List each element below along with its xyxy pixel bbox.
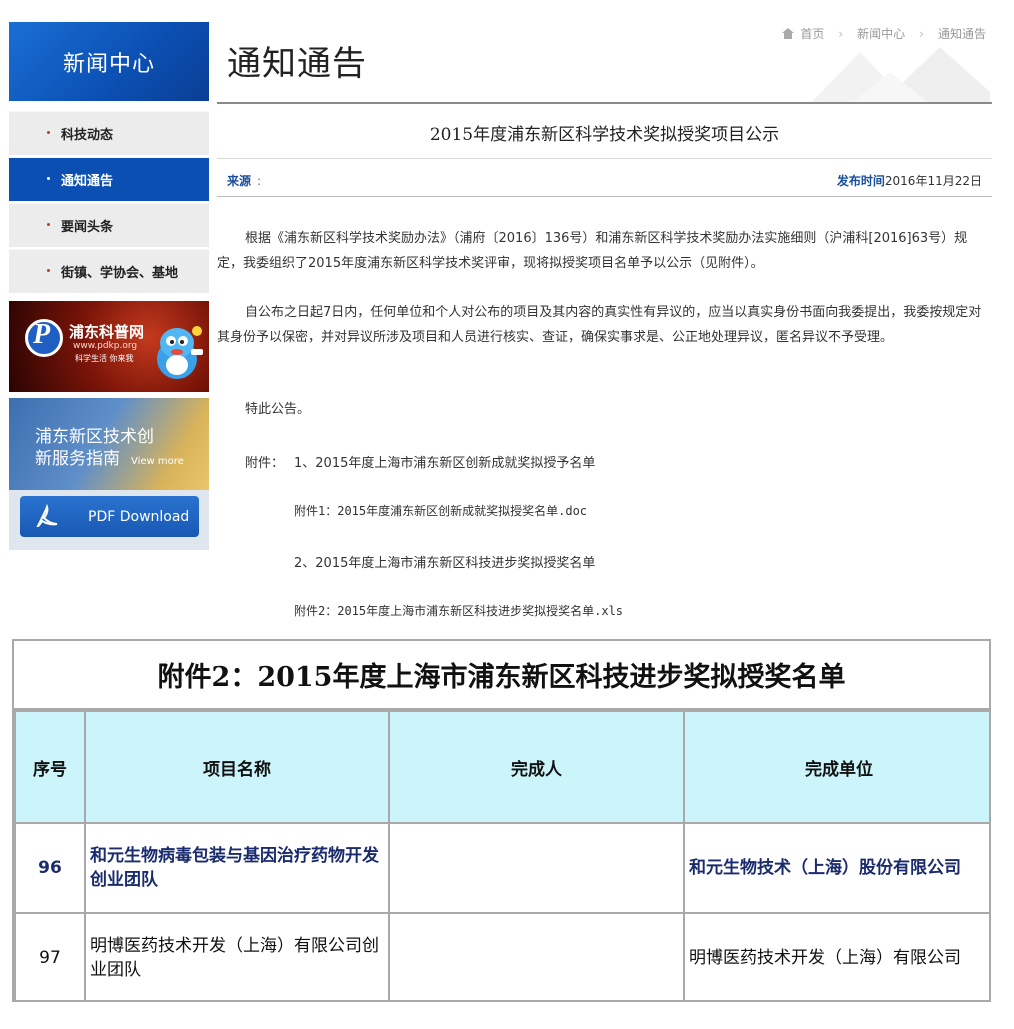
sidebar-item-headlines[interactable]: 要闻头条 — [9, 203, 209, 247]
view-more-link[interactable]: View more — [131, 456, 184, 467]
article-source: 来源: — [227, 172, 261, 189]
cell-project: 和元生物病毒包装与基因治疗药物开发创业团队 — [84, 822, 390, 914]
article-paragraph-2: 自公布之日起7日内，任何单位和个人对公布的项目及其内容的真实性有异议的，应当以真… — [217, 305, 982, 345]
source-value: : — [257, 174, 262, 188]
bullet-icon — [47, 269, 50, 272]
breadcrumb-home[interactable]: 首页 — [800, 25, 824, 42]
award-table: 序号 项目名称 完成人 完成单位 96 和元生物病毒包装与基因治疗药物开发创业团… — [14, 710, 989, 1000]
cell-project: 明博医药技术开发（上海）有限公司创业团队 — [84, 912, 390, 1000]
attachment-2-title: 2、2015年度上海市浦东新区科技进步奖拟授奖名单 — [294, 556, 596, 571]
sidebar-header: 新闻中心 — [9, 22, 209, 101]
attachment-1-file-link[interactable]: 附件1：2015年度浦东新区创新成就奖拟授奖名单.doc — [294, 502, 587, 519]
header-divider — [217, 102, 992, 104]
chevron-right-icon: › — [919, 26, 924, 41]
breadcrumb-news-center[interactable]: 新闻中心 — [857, 25, 905, 42]
home-icon — [782, 28, 795, 39]
cell-no: 96 — [14, 822, 86, 914]
pdf-download-button[interactable]: PDF Download — [20, 496, 199, 537]
table-title: 附件2：2015年度上海市浦东新区科技进步奖拟授奖名单 — [14, 641, 989, 710]
sidebar-item-label: 科技动态 — [61, 128, 114, 143]
cell-no: 97 — [14, 912, 86, 1000]
guide-line-1: 浦东新区技术创 — [35, 427, 154, 447]
decorative-pattern — [810, 47, 990, 104]
pdf-icon — [30, 496, 64, 537]
source-label: 来源 — [227, 174, 252, 188]
bullet-icon — [47, 131, 50, 134]
cell-people — [388, 912, 685, 1000]
sidebar-item-tech-news[interactable]: 科技动态 — [9, 111, 209, 155]
cell-org: 和元生物技术（上海）股份有限公司 — [683, 822, 989, 914]
attachment-2-file-link[interactable]: 附件2：2015年度上海市浦东新区科技进步奖拟授奖名单.xls — [294, 602, 623, 619]
pdkp-url: www.pdkp.org — [73, 341, 138, 351]
article-title: 2015年度浦东新区科学技术奖拟授奖项目公示 — [429, 125, 780, 145]
date-label: 发布时间 — [836, 174, 885, 188]
sidebar-item-label: 要闻头条 — [61, 220, 114, 235]
award-table-image: 附件2：2015年度上海市浦东新区科技进步奖拟授奖名单 序号 项目名称 完成人 … — [12, 639, 991, 1002]
pdkp-banner[interactable]: P 浦东科普网 www.pdkp.org 科学生活 你来我 — [9, 301, 209, 392]
service-guide-banner[interactable]: 浦东新区技术创 新服务指南 View more PDF Download — [9, 398, 209, 550]
mascot-icon — [157, 326, 203, 379]
cell-org: 明博医药技术开发（上海）有限公司 — [683, 912, 989, 1000]
sidebar-item-notices[interactable]: 通知通告 — [9, 157, 209, 201]
bullet-icon — [47, 177, 50, 180]
col-header-org: 完成单位 — [683, 710, 989, 824]
table-header-row: 序号 项目名称 完成人 完成单位 — [14, 710, 989, 824]
col-header-people: 完成人 — [388, 710, 685, 824]
date-value: 2016年11月22日 — [884, 174, 982, 188]
cell-people — [388, 822, 685, 914]
pdkp-logo-letter: P — [33, 319, 51, 350]
pdkp-title: 浦东科普网 — [69, 323, 145, 341]
sidebar-item-label: 通知通告 — [61, 174, 114, 189]
article-paragraph-3: 特此公告。 — [245, 402, 311, 417]
page-title: 通知通告 — [227, 44, 367, 84]
chevron-right-icon: › — [838, 26, 844, 41]
col-header-project: 项目名称 — [84, 710, 390, 824]
meta-divider — [217, 196, 992, 197]
sidebar-item-towns[interactable]: 街镇、学协会、基地 — [9, 249, 209, 293]
table-row: 97 明博医药技术开发（上海）有限公司创业团队 明博医药技术开发（上海）有限公司 — [14, 912, 989, 1000]
col-header-no: 序号 — [14, 710, 86, 824]
pdf-download-label: PDF Download — [88, 508, 190, 525]
sidebar-nav: 科技动态 通知通告 要闻头条 街镇、学协会、基地 — [9, 111, 209, 295]
sidebar-item-label: 街镇、学协会、基地 — [61, 266, 179, 281]
bullet-icon — [47, 223, 50, 226]
attachment-1-title: 1、2015年度上海市浦东新区创新成就奖拟授予名单 — [294, 456, 596, 471]
breadcrumb: 首页 › 新闻中心 › 通知通告 — [782, 25, 986, 42]
table-row: 96 和元生物病毒包装与基因治疗药物开发创业团队 和元生物技术（上海）股份有限公… — [14, 822, 989, 914]
article-paragraph-1: 根据《浦东新区科学技术奖励办法》（浦府〔2016〕136号）和浦东新区科学技术奖… — [217, 231, 968, 271]
breadcrumb-notices[interactable]: 通知通告 — [938, 25, 986, 42]
title-divider — [217, 158, 992, 159]
pdkp-slogan: 科学生活 你来我 — [75, 354, 134, 363]
attachment-label: 附件： — [245, 456, 285, 471]
article-date: 发布时间2016年11月22日 — [837, 172, 982, 189]
